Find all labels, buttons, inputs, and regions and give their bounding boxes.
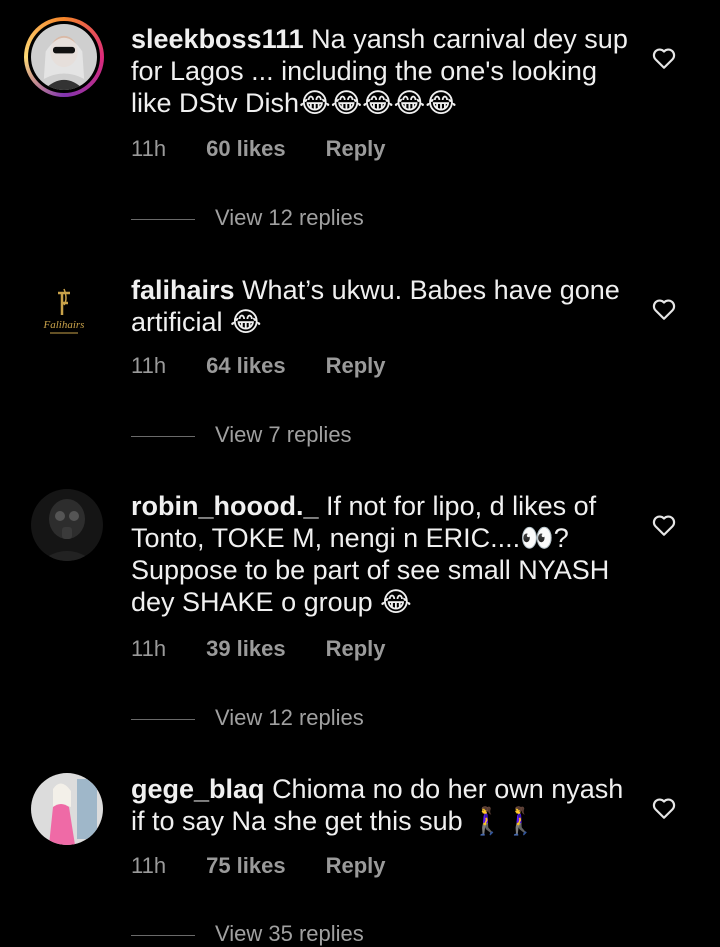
comment-text: falihairs What’s ukwu. Babes have gone a… [131,274,631,338]
comment-meta: 11h 39 likes Reply [131,636,386,662]
avatar-photo [31,773,103,845]
replies-divider [131,218,195,220]
comment-time: 11h [131,636,167,661]
avatar-brand-text: Falihairs [43,319,85,331]
replies-divider [131,718,195,720]
replies-divider [131,934,195,936]
view-replies-button[interactable]: View 12 replies [131,205,364,231]
avatar-photo [31,24,97,90]
comment-likes[interactable]: 75 likes [206,853,286,879]
falihairs-logo: Falihairs [24,275,104,355]
comment-username[interactable]: sleekboss111 [131,24,304,54]
comment-username[interactable]: falihairs [131,275,235,305]
avatar[interactable]: Falihairs [24,275,104,355]
comment-username[interactable]: gege_blaq [131,774,265,804]
comment-text: gege_blaq Chioma no do her own nyash if … [131,773,631,837]
comment-meta: 11h 60 likes Reply [131,136,386,162]
comment-likes[interactable]: 39 likes [206,636,286,662]
comment-likes[interactable]: 64 likes [206,353,286,379]
comment-meta: 11h 64 likes Reply [131,353,386,379]
comment-text: sleekboss111 Na yansh carnival dey sup f… [131,23,631,119]
avatar[interactable] [31,489,103,561]
view-replies-button[interactable]: View 35 replies [131,921,364,947]
heart-icon[interactable] [651,795,677,821]
heart-icon[interactable] [651,512,677,538]
reply-button[interactable]: Reply [326,353,386,379]
comment-text: robin_hoood._ If not for lipo, d likes o… [131,490,631,618]
comment-meta: 11h 75 likes Reply [131,853,386,879]
comment-likes[interactable]: 60 likes [206,136,286,162]
avatar[interactable] [31,773,103,845]
view-replies-button[interactable]: View 12 replies [131,705,364,731]
reply-button[interactable]: Reply [326,636,386,662]
view-replies-label: View 35 replies [215,921,364,946]
replies-divider [131,435,195,437]
comment-time: 11h [131,136,167,161]
comment-username[interactable]: robin_hoood._ [131,491,318,521]
view-replies-label: View 12 replies [215,205,364,230]
avatar[interactable] [24,17,104,97]
reply-button[interactable]: Reply [326,853,386,879]
view-replies-label: View 12 replies [215,705,364,730]
comment-time: 11h [131,853,167,878]
avatar-photo [31,489,103,561]
reply-button[interactable]: Reply [326,136,386,162]
view-replies-label: View 7 replies [215,422,352,447]
comment-time: 11h [131,353,167,378]
heart-icon[interactable] [651,45,677,71]
view-replies-button[interactable]: View 7 replies [131,422,352,448]
heart-icon[interactable] [651,296,677,322]
